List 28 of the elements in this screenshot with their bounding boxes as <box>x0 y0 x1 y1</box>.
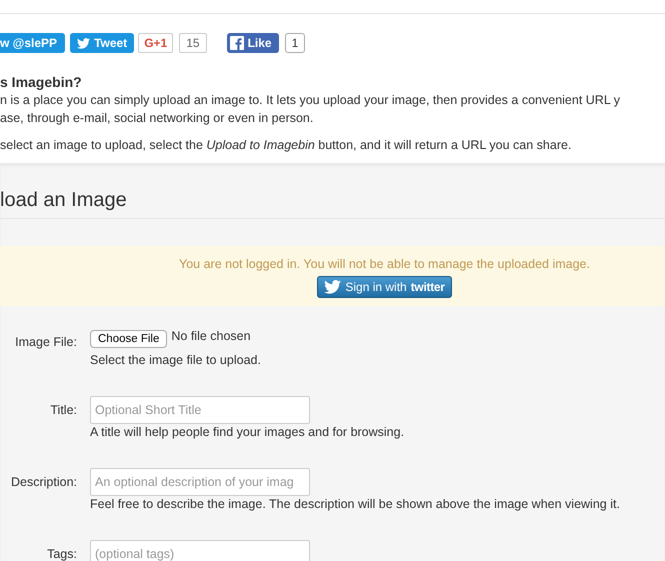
field-label: Description: <box>10 474 77 491</box>
bird-icon <box>77 38 90 48</box>
google-plus-button[interactable]: G+1 <box>138 33 174 53</box>
description-line: n is a place you can simply upload an image to. It lets you upload your image, then provides a convenient URL y <box>0 92 622 109</box>
warning-message: You are not logged in. You will not be able to manage the uploaded image. <box>179 256 590 272</box>
field-label: Title: <box>49 402 77 419</box>
facebook-icon <box>230 36 244 50</box>
field-label: Image File: <box>14 334 77 351</box>
choose-file-button[interactable]: Choose File <box>90 330 168 348</box>
text-field[interactable]: (optional tags) <box>90 540 310 561</box>
bird-icon <box>324 280 342 294</box>
upload-heading: load an Image <box>0 164 665 219</box>
help-text: Feel free to describe the image. The description will be shown above the image when viewing it. <box>90 496 620 512</box>
help-text: Select the image file to upload. <box>90 352 261 368</box>
section-heading: s Imagebin? <box>0 73 83 91</box>
field-label: Tags: <box>46 546 77 561</box>
like-count: 1 <box>284 33 306 53</box>
text-field[interactable]: Optional Short Title <box>90 396 310 424</box>
share-count: 15 <box>179 33 207 53</box>
description-line: ase, through e-mail, social networking or even in person. <box>0 110 314 127</box>
text-field[interactable]: An optional description of your imag <box>90 468 310 496</box>
file-status: No file chosen <box>171 328 251 344</box>
like-button[interactable]: Like <box>226 33 279 53</box>
tweet-button[interactable]: Tweet <box>70 33 134 53</box>
instruction-text: select an image to upload, select the Upload to Imagebin button, and it will return a URL you can share. <box>0 137 572 154</box>
help-text: A title will help people find your images and for browsing. <box>90 424 404 440</box>
twitter-signin-button[interactable]: Sign in with twitter <box>317 276 452 298</box>
follow-button[interactable]: w @slePP <box>0 33 66 53</box>
